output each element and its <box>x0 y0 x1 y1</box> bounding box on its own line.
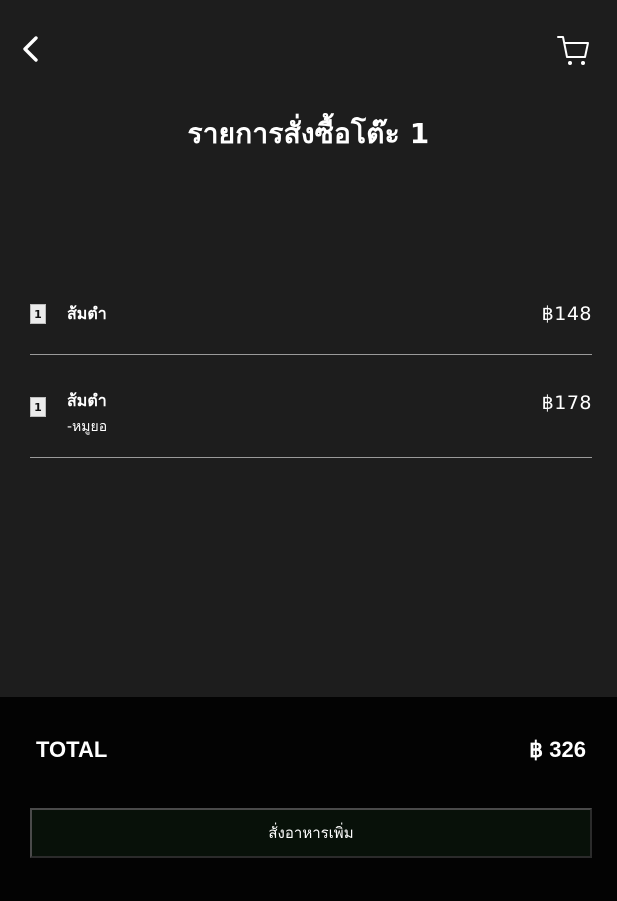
item-name: ส้มตำ <box>67 304 107 323</box>
item-price: ฿148 <box>541 303 592 325</box>
total-value: ฿ 326 <box>529 737 586 762</box>
order-list: 1 ส้มตำ ฿148 1 ส้มตำ -หมูยอ ฿178 <box>30 280 592 458</box>
order-item[interactable]: 1 ส้มตำ -หมูยอ ฿178 <box>30 355 592 458</box>
back-button[interactable] <box>14 30 48 68</box>
order-more-button[interactable]: สั่งอาหารเพิ่ม <box>30 808 592 858</box>
page-title: รายการสั่งซื้อโต๊ะ 1 <box>187 117 430 150</box>
quantity-badge: 1 <box>30 304 46 324</box>
order-footer: TOTAL ฿ 326 สั่งอาหารเพิ่ม <box>0 697 617 901</box>
item-name: ส้มตำ <box>67 391 107 410</box>
total-label: TOTAL <box>36 737 108 762</box>
order-item[interactable]: 1 ส้มตำ ฿148 <box>30 280 592 355</box>
item-option: -หมูยอ <box>67 419 108 435</box>
cart-button[interactable] <box>553 30 593 70</box>
order-screen: รายการสั่งซื้อโต๊ะ 1 1 ส้มตำ ฿148 1 ส้มต… <box>0 0 617 901</box>
shopping-cart-icon <box>557 36 589 65</box>
chevron-left-icon <box>23 36 38 62</box>
item-price: ฿178 <box>541 392 592 414</box>
quantity-badge: 1 <box>30 397 46 417</box>
